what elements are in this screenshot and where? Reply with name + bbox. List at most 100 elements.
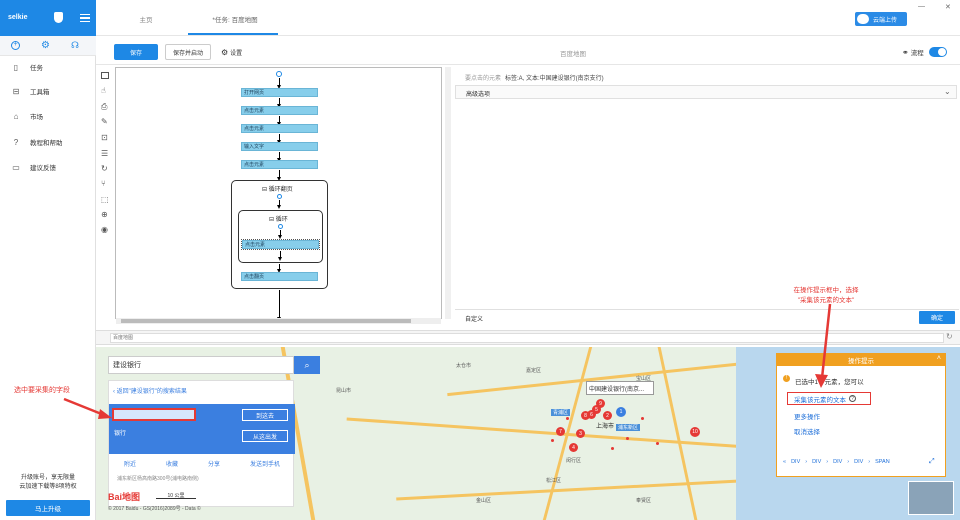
- sidebar-item-market[interactable]: ⌂ 市场: [0, 105, 96, 127]
- shield-icon[interactable]: [54, 12, 63, 23]
- favorite-link[interactable]: 收藏: [166, 459, 178, 471]
- gear-icon: ⚙: [221, 48, 229, 57]
- save-button[interactable]: 保存: [114, 44, 158, 60]
- close-icon[interactable]: ✕: [945, 3, 951, 11]
- expand-icon[interactable]: ⤢: [929, 458, 935, 466]
- path-node[interactable]: SPAN: [875, 459, 890, 465]
- flow-step[interactable]: 输入文字: [241, 142, 318, 151]
- flow-step[interactable]: 点击翻页: [241, 272, 318, 281]
- gear-icon[interactable]: ⚙: [41, 40, 50, 51]
- collapse-icon[interactable]: ˄: [937, 355, 941, 362]
- mouse-hover-icon[interactable]: ⬚: [101, 195, 109, 204]
- captcha-icon[interactable]: ⊡: [101, 133, 108, 142]
- map-pin[interactable]: 2: [603, 411, 612, 420]
- h-scrollbar[interactable]: [116, 318, 441, 324]
- map-pin[interactable]: 9: [596, 399, 605, 408]
- settings-button[interactable]: ⚙ 设置: [221, 48, 242, 57]
- add-icon[interactable]: +: [11, 41, 20, 50]
- path-node[interactable]: DIV: [854, 459, 863, 465]
- flow-step[interactable]: 点击元素: [241, 160, 318, 169]
- menu-icon[interactable]: [80, 14, 90, 22]
- branch-icon[interactable]: ⑂: [101, 179, 106, 188]
- from-here-button[interactable]: 从这出发: [242, 430, 288, 442]
- map-popup[interactable]: 中国建设银行(南京...: [586, 381, 654, 395]
- sidebar-item-feedback[interactable]: ▭ 建议反馈: [0, 156, 96, 178]
- path-sep: ›: [805, 459, 808, 465]
- path-prev-icon[interactable]: «: [783, 459, 786, 465]
- result-bank-label: 银行: [114, 431, 127, 437]
- map-pin[interactable]: 1: [616, 407, 626, 417]
- flow-switch[interactable]: [928, 47, 947, 57]
- search-icon[interactable]: ⌕: [294, 356, 320, 374]
- upgrade-text-2: 云加速下载等8项特权: [19, 484, 77, 490]
- switch-dropdown-icon[interactable]: ☰: [101, 149, 108, 158]
- flow-step[interactable]: 点击元素: [241, 106, 318, 115]
- map-dot[interactable]: [611, 447, 614, 450]
- cursor-icon[interactable]: ⊕: [101, 210, 108, 219]
- save-and-start-button[interactable]: 保存并启动: [165, 44, 211, 60]
- collect-text-option[interactable]: 采集该元素的文本 ?: [787, 392, 871, 405]
- sidebar-item-help[interactable]: ? 教程和帮助: [0, 131, 96, 153]
- map-dot[interactable]: [656, 442, 659, 445]
- scroll-thumb[interactable]: [121, 319, 411, 323]
- map-dot[interactable]: [551, 439, 554, 442]
- cloud-upload-button[interactable]: 云端上传: [855, 12, 907, 26]
- satellite-thumbnail[interactable]: [908, 481, 954, 515]
- input-text-icon[interactable]: ✎: [101, 117, 108, 126]
- share-link[interactable]: 分享: [208, 459, 220, 471]
- flow-label: 流程: [910, 50, 924, 57]
- upgrade-button[interactable]: 马上升级: [6, 500, 90, 516]
- nearby-link[interactable]: 附近: [124, 459, 136, 471]
- open-page-icon[interactable]: [101, 72, 109, 79]
- help-icon[interactable]: ?: [849, 395, 856, 402]
- path-node[interactable]: DIV: [791, 459, 800, 465]
- map-pin[interactable]: 4: [569, 443, 578, 452]
- map-pin[interactable]: 7: [556, 427, 565, 436]
- flow-step[interactable]: 点击元素: [241, 124, 318, 133]
- step-palette: ☝ ⎙ ✎ ⊡ ☰ ↻ ⑂ ⬚ ⊕ ◉: [97, 67, 114, 237]
- place-label: 上海市: [596, 424, 615, 430]
- go-here-button[interactable]: 到这去: [242, 409, 288, 421]
- flow-step[interactable]: 打开网页: [241, 88, 318, 97]
- workflow-canvas[interactable]: 打开网页 点击元素 点击元素 输入文字 点击元素 ⊟ 循环翻页 ⊟ 循环 点击元…: [115, 67, 442, 324]
- path-node[interactable]: DIV: [812, 459, 821, 465]
- more-operations-link[interactable]: 更多操作: [794, 411, 820, 421]
- sidebar-item-tasks[interactable]: ▯ 任务: [0, 56, 96, 78]
- sidebar-item-label: 任务: [30, 65, 43, 72]
- extract-icon[interactable]: ⎙: [101, 102, 107, 112]
- map-dot[interactable]: [566, 417, 569, 420]
- loop-page-block[interactable]: ⊟ 循环翻页 ⊟ 循环 点击元素 点击翻页: [231, 180, 328, 289]
- map-dot[interactable]: [626, 437, 629, 440]
- stop-icon[interactable]: ◉: [101, 225, 108, 234]
- refresh-icon[interactable]: ↻: [946, 332, 953, 341]
- loop-icon[interactable]: ↻: [101, 164, 108, 173]
- map-pin[interactable]: 10: [690, 427, 700, 437]
- advanced-options-row[interactable]: 高级选项 ⌄: [455, 85, 957, 99]
- tab-home[interactable]: 主页: [126, 14, 166, 24]
- v-scrollbar[interactable]: [445, 67, 451, 319]
- custom-link[interactable]: 自定义: [465, 314, 483, 323]
- confirm-button[interactable]: 确定: [919, 311, 955, 324]
- map-search-input[interactable]: 建设银行: [108, 356, 294, 374]
- send-to-phone-link[interactable]: 发送到手机: [250, 459, 280, 471]
- headset-icon[interactable]: ☊: [71, 40, 79, 51]
- flow-toggle[interactable]: ⚭ 流程: [902, 47, 947, 57]
- cancel-selection-link[interactable]: 取消选择: [794, 426, 820, 436]
- back-to-results-link[interactable]: ‹ 返回"建设银行"的搜索结果: [113, 386, 187, 395]
- map-pin[interactable]: 8: [581, 411, 590, 420]
- sidebar-item-toolbox[interactable]: ⊟ 工具箱: [0, 80, 96, 102]
- place-label: 奉贤区: [636, 498, 652, 504]
- cloud-icon: [857, 14, 869, 24]
- path-node[interactable]: DIV: [833, 459, 842, 465]
- minimize-icon[interactable]: —: [918, 3, 925, 10]
- selected-field-highlight[interactable]: [112, 408, 196, 421]
- loop-inner-block[interactable]: ⊟ 循环 点击元素: [238, 210, 323, 263]
- chevron-down-icon[interactable]: ⌄: [944, 87, 951, 96]
- tips-header[interactable]: 操作提示 ˄: [777, 354, 945, 366]
- tab-task[interactable]: *任务: 百度地图: [196, 14, 274, 24]
- flow-step-selected[interactable]: 点击元素: [241, 239, 320, 250]
- map-pin[interactable]: 3: [576, 429, 585, 438]
- map-dot[interactable]: [641, 417, 644, 420]
- click-icon[interactable]: ☝: [101, 86, 106, 95]
- help-icon: ?: [13, 137, 19, 147]
